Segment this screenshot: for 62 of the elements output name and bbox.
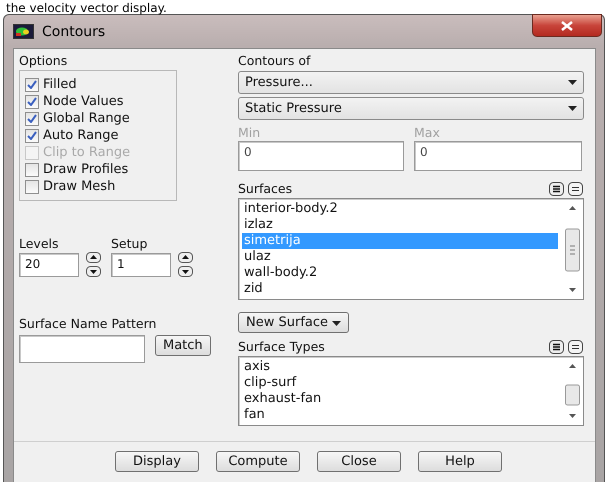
number-field[interactable]: 1	[111, 252, 171, 276]
close-button[interactable]	[532, 14, 602, 37]
spin-up-icon[interactable]	[86, 252, 101, 263]
number-field[interactable]: 20	[19, 252, 79, 276]
select-all-icon[interactable]	[549, 182, 564, 196]
checkbox[interactable]	[25, 162, 39, 176]
checkbox[interactable]	[25, 112, 39, 126]
dialog-button[interactable]: Close	[317, 451, 401, 472]
list-item[interactable]: axis	[242, 359, 558, 375]
field-label: Surface Name Pattern	[19, 316, 158, 331]
list-item[interactable]: fan	[242, 407, 558, 423]
section-label: Surfaces	[238, 181, 292, 196]
pattern-field[interactable]	[19, 335, 145, 363]
document-text: the velocity vector display.	[6, 1, 167, 15]
section-label: Contours of	[238, 53, 312, 68]
dropdown[interactable]: Pressure...	[238, 71, 584, 94]
spin-up-icon[interactable]	[178, 252, 193, 263]
checkbox[interactable]	[25, 78, 39, 92]
number-field: 0	[238, 141, 404, 171]
checkbox-label: Auto Range	[43, 128, 119, 143]
list-item[interactable]: zid	[242, 281, 558, 297]
select-all-icon[interactable]	[549, 340, 564, 354]
checkbox-label: Global Range	[43, 111, 130, 126]
checkbox[interactable]	[25, 180, 39, 194]
deselect-all-icon[interactable]	[568, 340, 583, 354]
close-icon	[561, 20, 573, 30]
checkbox-label: Node Values	[43, 94, 124, 109]
dropdown-arrow-icon	[332, 321, 342, 326]
number-field: 0	[414, 141, 582, 171]
deselect-all-icon[interactable]	[568, 182, 583, 196]
list-item[interactable]: wall-body.2	[242, 265, 558, 281]
window-title: Contours	[42, 24, 106, 40]
list-box[interactable]: axis clip-surf exhaust-fan fan	[238, 356, 584, 426]
list-item[interactable]: interior-body.2	[242, 201, 558, 217]
section-label: Surface Types	[238, 339, 325, 354]
dropdown-arrow-icon	[568, 80, 577, 85]
dialog-button[interactable]: Display	[115, 451, 199, 472]
list-item[interactable]: izlaz	[242, 217, 558, 233]
match-button[interactable]: Match	[155, 335, 211, 356]
checkbox-label: Filled	[43, 77, 77, 92]
field-label: Min	[238, 125, 262, 140]
checkbox[interactable]	[25, 94, 39, 108]
field-label: Max	[414, 125, 441, 140]
checkbox[interactable]	[25, 128, 39, 142]
spin-down-icon[interactable]	[178, 266, 193, 277]
checkbox-label: Draw Mesh	[43, 179, 116, 194]
group-label: Options	[19, 53, 68, 68]
list-box[interactable]: interior-body.2 izlaz simetrija ulaz wall-body.2 zid	[238, 198, 584, 300]
checkbox-label: Clip to Range	[43, 145, 130, 160]
dropdown[interactable]: Static Pressure	[238, 97, 584, 120]
spin-down-icon[interactable]	[86, 266, 101, 277]
checkbox-label: Draw Profiles	[43, 162, 128, 177]
field-label: Setup	[111, 236, 148, 251]
list-item[interactable]: ulaz	[242, 249, 558, 265]
dialog-button[interactable]: Compute	[216, 451, 300, 472]
dialog-button[interactable]: Help	[418, 451, 502, 472]
field-label: Levels	[19, 236, 60, 251]
contour-app-icon	[13, 24, 34, 39]
new-surface-button[interactable]: New Surface	[238, 312, 350, 333]
list-item[interactable]: clip-surf	[242, 375, 558, 391]
list-item[interactable]: exhaust-fan	[242, 391, 558, 407]
dropdown-arrow-icon	[568, 106, 577, 111]
